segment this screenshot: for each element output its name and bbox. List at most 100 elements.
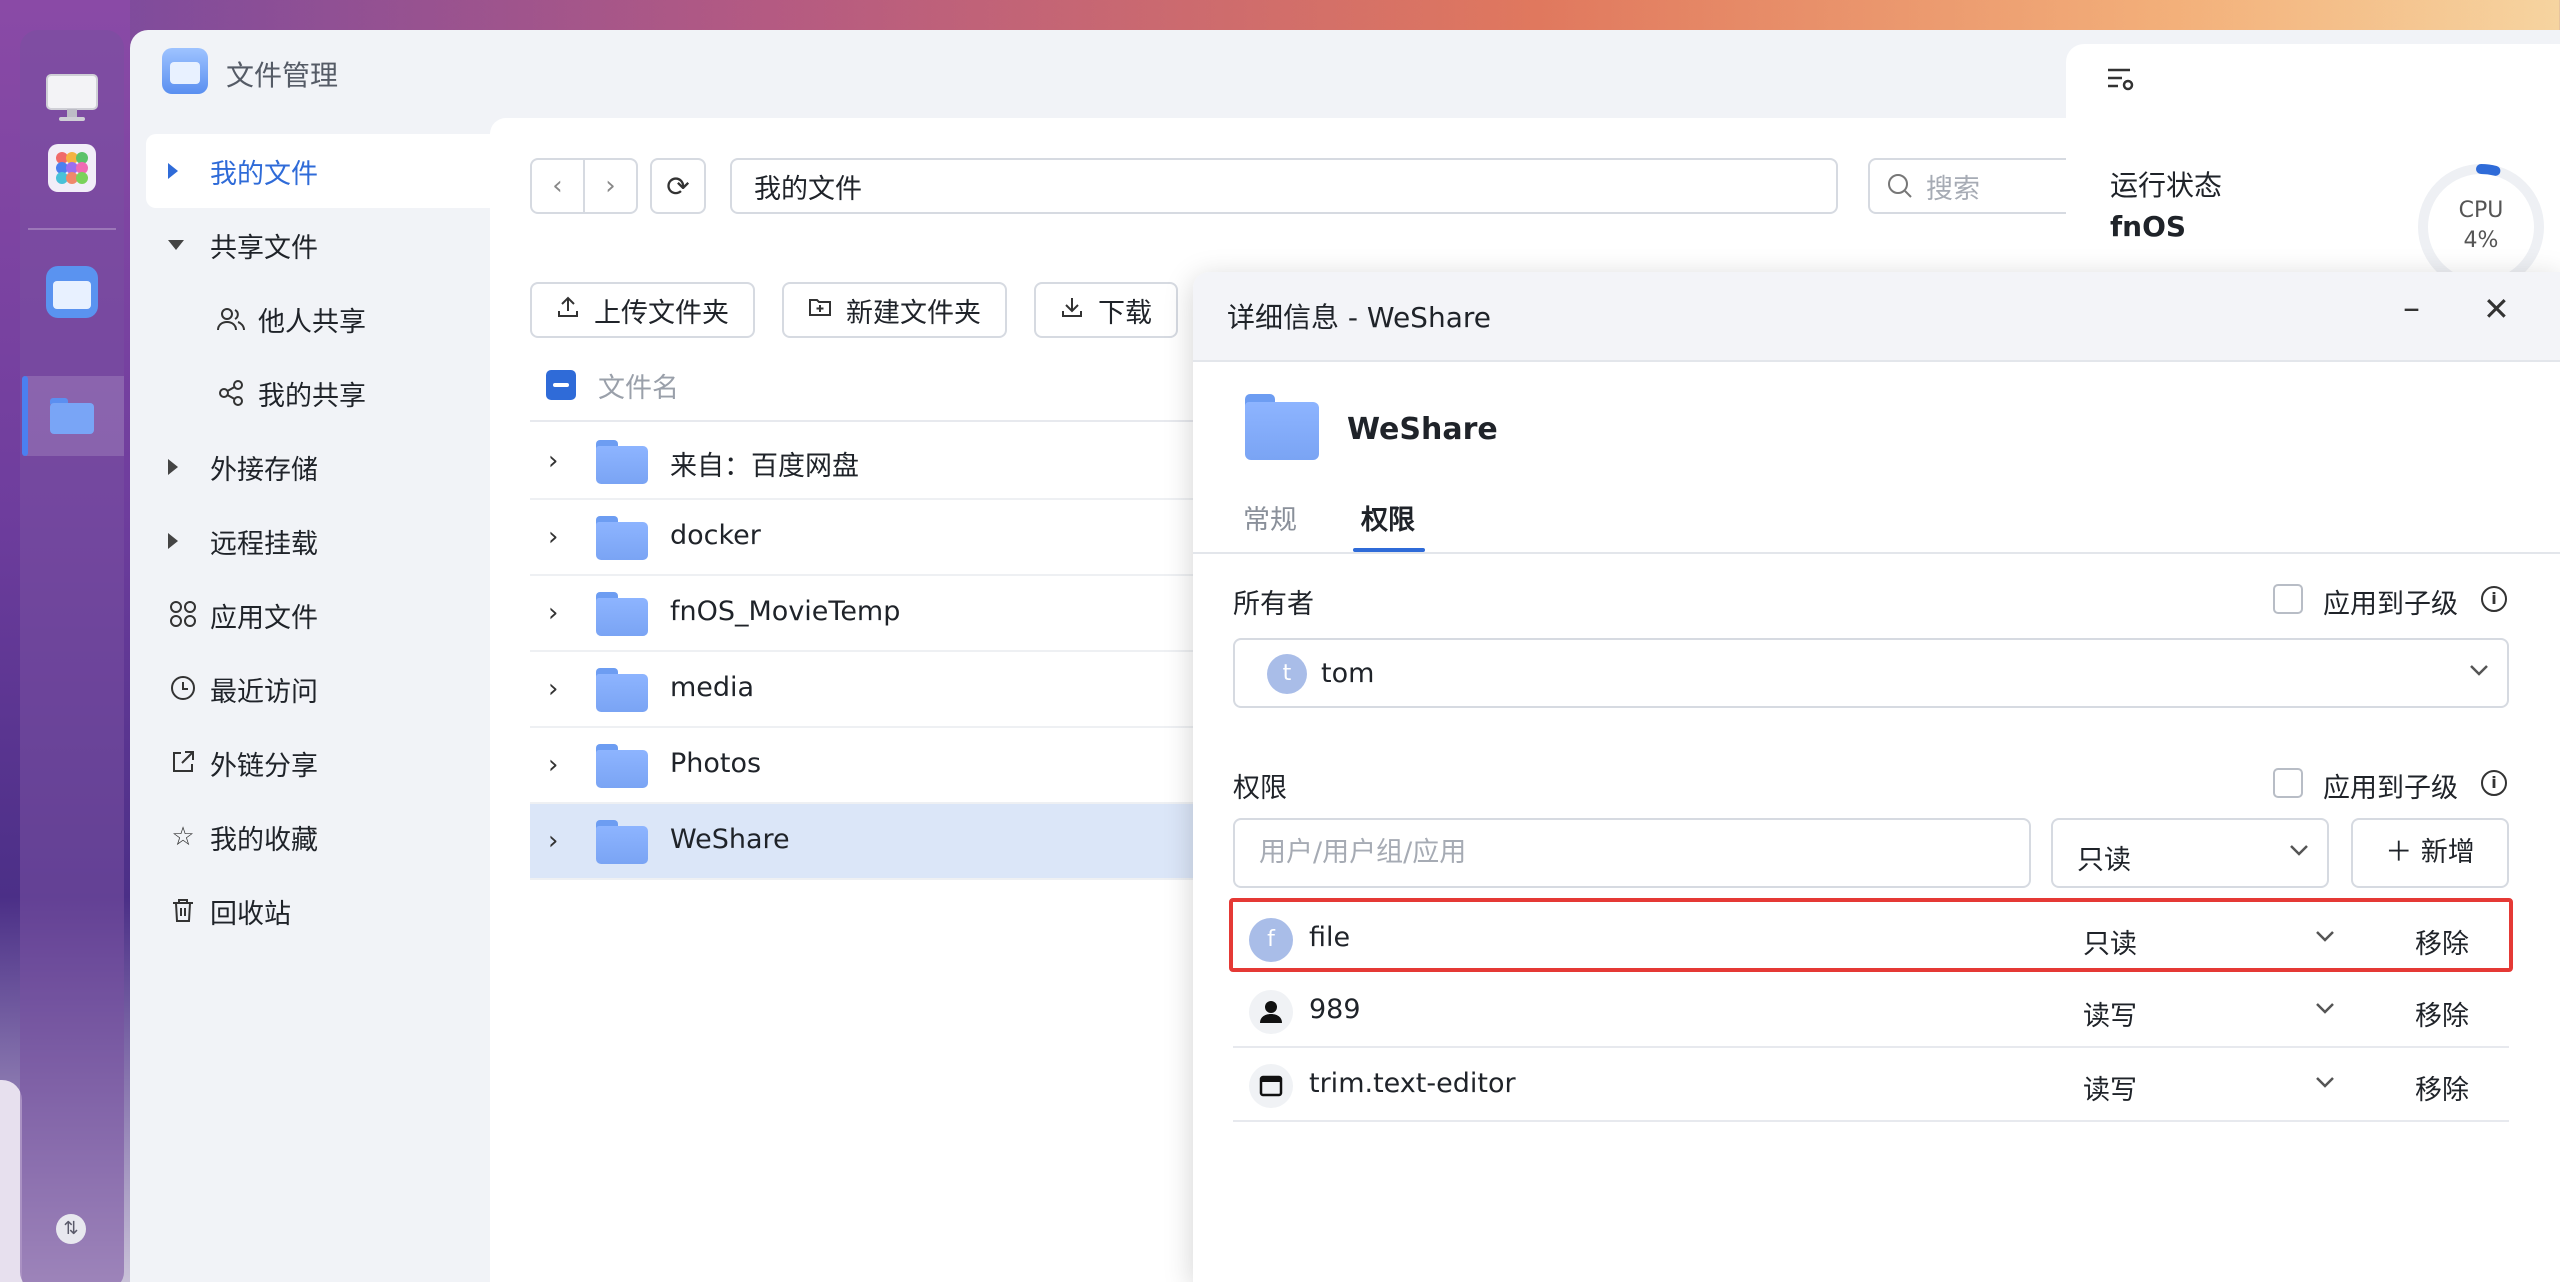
permission-row-highlighted: f file 只读 移除 bbox=[1229, 898, 2513, 972]
owner-select[interactable]: t tom bbox=[1233, 638, 2509, 708]
cpu-readout: CPU 4% bbox=[2416, 196, 2546, 256]
remove-button[interactable]: 移除 bbox=[2415, 922, 2469, 961]
download-button[interactable]: 下载 bbox=[1034, 282, 1178, 338]
dock-separator bbox=[28, 228, 116, 230]
dialog-title: 详细信息 - WeShare bbox=[1227, 301, 1491, 334]
app-title: 文件管理 bbox=[226, 59, 339, 92]
dock bbox=[20, 30, 124, 1282]
entry-avatar: f bbox=[1249, 918, 1293, 962]
sidebar-item-label: 最近访问 bbox=[210, 676, 318, 708]
file-row[interactable]: › media bbox=[530, 652, 1230, 728]
entry-mode-select[interactable]: 读写 bbox=[2083, 1068, 2137, 1107]
chevron-down-icon[interactable] bbox=[2313, 1070, 2337, 1100]
back-button[interactable]: ‹ bbox=[532, 160, 583, 212]
entry-name: 989 bbox=[1309, 994, 1361, 1025]
widget-settings-icon[interactable] bbox=[2106, 66, 2136, 101]
folder-icon bbox=[596, 440, 648, 484]
owner-apply-children-checkbox[interactable] bbox=[2273, 584, 2303, 614]
add-permission-button[interactable]: ＋ 新增 bbox=[2351, 818, 2509, 888]
remove-button[interactable]: 移除 bbox=[2415, 1068, 2469, 1107]
download-icon bbox=[1060, 295, 1084, 325]
file-name: media bbox=[670, 672, 755, 703]
search-placeholder: 搜索 bbox=[1926, 173, 1980, 205]
refresh-icon: ⟳ bbox=[666, 169, 690, 203]
transfer-icon[interactable]: ⇅ bbox=[56, 1214, 86, 1244]
permission-mode-select[interactable]: 只读 bbox=[2051, 818, 2329, 888]
file-row-selected[interactable]: › WeShare bbox=[530, 804, 1230, 880]
caret-right-icon bbox=[168, 459, 178, 475]
history-nav: ‹ › bbox=[530, 158, 638, 214]
chevron-right-icon[interactable]: › bbox=[548, 674, 558, 704]
external-link-icon bbox=[168, 748, 198, 778]
file-manager-dock-icon[interactable] bbox=[44, 264, 100, 320]
sidebar-item-label: 我的文件 bbox=[210, 158, 318, 190]
folder-icon bbox=[596, 516, 648, 560]
new-folder-icon bbox=[808, 295, 832, 325]
upload-folder-button[interactable]: 上传文件夹 bbox=[530, 282, 755, 338]
permission-section-label: 权限 bbox=[1233, 773, 1287, 804]
info-icon[interactable]: i bbox=[2481, 770, 2507, 796]
chevron-down-icon[interactable] bbox=[2313, 924, 2337, 954]
folder-icon bbox=[596, 668, 648, 712]
file-name: 来自：百度网盘 bbox=[670, 451, 859, 482]
file-list-header: 文件名 bbox=[530, 346, 1230, 422]
permission-row: 989 读写 移除 bbox=[1233, 974, 2509, 1048]
clock-icon bbox=[168, 674, 198, 704]
chevron-right-icon[interactable]: › bbox=[548, 522, 558, 552]
remove-button[interactable]: 移除 bbox=[2415, 994, 2469, 1033]
perm-apply-children-checkbox[interactable] bbox=[2273, 768, 2303, 798]
sidebar-item-label: 外链分享 bbox=[210, 750, 318, 782]
cpu-value: 4% bbox=[2463, 228, 2499, 253]
minimize-icon[interactable]: – bbox=[2403, 288, 2420, 328]
entry-mode-select[interactable]: 只读 bbox=[2083, 922, 2137, 961]
owner-section-label: 所有者 bbox=[1233, 589, 1314, 620]
new-folder-button[interactable]: 新建文件夹 bbox=[782, 282, 1007, 338]
app-center-icon[interactable] bbox=[44, 140, 100, 196]
file-row[interactable]: › docker bbox=[530, 500, 1230, 576]
sidebar-item-label: 我的收藏 bbox=[210, 824, 318, 856]
trash-icon bbox=[168, 896, 198, 926]
forward-button[interactable]: › bbox=[585, 160, 636, 212]
path-bar[interactable]: 我的文件 bbox=[730, 158, 1838, 214]
dialog-folder-name: WeShare bbox=[1347, 412, 1498, 447]
chevron-down-icon[interactable] bbox=[2313, 996, 2337, 1026]
download-label: 下载 bbox=[1098, 297, 1152, 329]
select-all-checkbox[interactable] bbox=[546, 370, 576, 400]
user-input-placeholder: 用户/用户组/应用 bbox=[1259, 837, 1467, 868]
entry-name: trim.text-editor bbox=[1309, 1068, 1516, 1099]
widget-title: 运行状态 bbox=[2110, 169, 2223, 202]
caret-right-icon bbox=[168, 533, 178, 549]
upload-folder-label: 上传文件夹 bbox=[594, 297, 729, 329]
sidebar-item-label: 他人共享 bbox=[258, 306, 366, 338]
sidebar-item-label: 应用文件 bbox=[210, 602, 318, 634]
close-icon[interactable]: ✕ bbox=[2483, 290, 2510, 328]
folder-window-dock-icon[interactable] bbox=[44, 388, 100, 444]
owner-avatar: t bbox=[1267, 654, 1307, 694]
chevron-right-icon[interactable]: › bbox=[548, 750, 558, 780]
cpu-label: CPU bbox=[2458, 198, 2504, 223]
folder-icon bbox=[596, 820, 648, 864]
tab-general[interactable]: 常规 bbox=[1243, 498, 1297, 537]
file-row[interactable]: › fnOS_MovieTemp bbox=[530, 576, 1230, 652]
folder-icon bbox=[596, 592, 648, 636]
caret-down-icon bbox=[168, 240, 184, 250]
column-header-name[interactable]: 文件名 bbox=[598, 366, 679, 405]
monitor-icon[interactable] bbox=[44, 70, 100, 126]
refresh-button[interactable]: ⟳ bbox=[650, 158, 706, 214]
permission-row: trim.text-editor 读写 移除 bbox=[1233, 1048, 2509, 1122]
dialog-header: 详细信息 - WeShare – ✕ bbox=[1193, 272, 2560, 362]
chevron-right-icon[interactable]: › bbox=[548, 446, 558, 476]
file-row[interactable]: › Photos bbox=[530, 728, 1230, 804]
apps-grid-icon bbox=[168, 600, 198, 630]
file-row[interactable]: › 来自：百度网盘 bbox=[530, 424, 1230, 500]
chevron-down-icon bbox=[2287, 838, 2311, 868]
sidebar-item-label: 我的共享 bbox=[258, 380, 366, 412]
info-icon[interactable]: i bbox=[2481, 586, 2507, 612]
entry-mode-select[interactable]: 读写 bbox=[2083, 994, 2137, 1033]
permission-mode-value: 只读 bbox=[2077, 845, 2131, 876]
tab-permissions[interactable]: 权限 bbox=[1361, 498, 1415, 537]
user-group-app-input[interactable]: 用户/用户组/应用 bbox=[1233, 818, 2031, 888]
chevron-right-icon[interactable]: › bbox=[548, 826, 558, 856]
chevron-right-icon[interactable]: › bbox=[548, 598, 558, 628]
entry-name: file bbox=[1309, 922, 1351, 953]
